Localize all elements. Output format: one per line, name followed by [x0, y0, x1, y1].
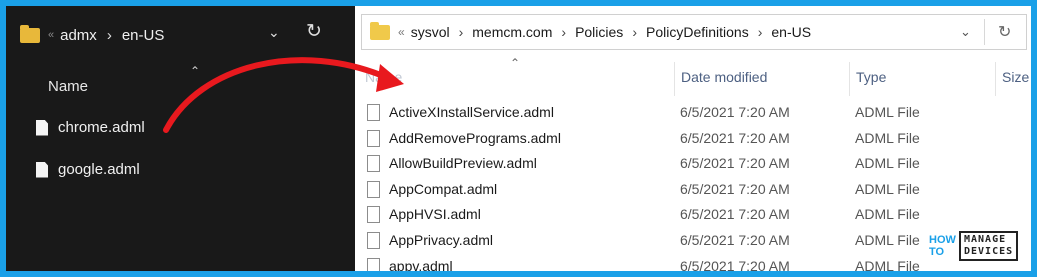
document-icon [367, 180, 380, 198]
column-divider[interactable] [849, 62, 850, 96]
file-type: ADML File [855, 257, 920, 271]
breadcrumb-arrow-icon: › [632, 24, 637, 40]
column-header-date-modified[interactable]: Date modified [681, 69, 767, 85]
column-divider[interactable] [674, 62, 675, 96]
file-type: ADML File [855, 104, 920, 120]
overflow-crumb-icon[interactable]: « [48, 29, 54, 41]
document-icon [367, 129, 380, 147]
divider [984, 19, 985, 45]
file-row[interactable]: AppHVSI.adml 6/5/2021 7:20 AM ADML File [355, 202, 1031, 228]
breadcrumb-arrow-icon: › [757, 24, 763, 40]
document-icon [367, 257, 380, 271]
how-to-manage-devices-logo: HOW TO MANAGE DEVICES [925, 228, 1029, 264]
file-date: 6/5/2021 7:20 AM [680, 180, 790, 197]
document-icon [36, 161, 48, 178]
logo-to: TO [929, 246, 945, 258]
file-date: 6/5/2021 7:20 AM [680, 206, 790, 223]
folder-icon [370, 21, 390, 40]
breadcrumb-policydefinitions[interactable]: PolicyDefinitions [646, 24, 749, 40]
refresh-icon[interactable]: ↻ [306, 20, 322, 43]
file-type: ADML File [855, 129, 920, 146]
column-header-name[interactable]: Name [365, 69, 402, 85]
file-item-chrome-adml[interactable]: chrome.adml [36, 119, 145, 136]
document-icon [367, 206, 380, 224]
file-type: ADML File [855, 180, 920, 197]
file-type: ADML File [855, 231, 920, 248]
file-name: chrome.adml [58, 119, 145, 136]
breadcrumb-admx[interactable]: admx [60, 27, 97, 44]
document-icon [36, 119, 48, 136]
document-icon [367, 104, 380, 121]
column-divider[interactable] [995, 62, 996, 96]
breadcrumb-en-us[interactable]: en-US [122, 27, 165, 44]
chevron-down-icon[interactable]: ⌄ [960, 24, 971, 40]
breadcrumb-sysvol[interactable]: sysvol [411, 24, 450, 40]
file-name: AppHVSI.adml [389, 206, 481, 223]
file-item-google-adml[interactable]: google.adml [36, 161, 140, 178]
chevron-down-icon[interactable]: ⌄ [268, 24, 280, 41]
right-address-bar[interactable]: « sysvol › memcm.com › Policies › Policy… [361, 14, 1027, 50]
file-type: ADML File [855, 155, 920, 172]
file-type: ADML File [855, 206, 920, 223]
file-row[interactable]: AllowBuildPreview.adml 6/5/2021 7:20 AM … [355, 151, 1031, 177]
file-name: google.adml [58, 161, 140, 178]
logo-manage: MANAGE [964, 234, 1007, 245]
file-row[interactable]: AppCompat.adml 6/5/2021 7:20 AM ADML Fil… [355, 177, 1031, 203]
overflow-crumb-icon[interactable]: « [398, 25, 405, 39]
logo-how: HOW [929, 234, 956, 246]
breadcrumb-arrow-icon: › [458, 24, 464, 40]
document-icon [367, 231, 380, 249]
file-date: 6/5/2021 7:20 AM [680, 129, 790, 146]
file-row[interactable]: ActiveXInstallService.adml 6/5/2021 7:20… [355, 100, 1031, 126]
logo-devices: DEVICES [964, 246, 1014, 257]
file-name: AllowBuildPreview.adml [389, 155, 537, 172]
column-header-name[interactable]: Name [48, 78, 88, 95]
left-address-bar[interactable]: « admx › en-US [14, 14, 344, 56]
file-name: AppPrivacy.adml [389, 231, 494, 248]
file-date: 6/5/2021 7:20 AM [680, 155, 790, 172]
breadcrumb-memcm-com[interactable]: memcm.com [472, 24, 552, 40]
screenshot-frame: « admx › en-US ⌄ ↻ ⌃ Name chrome.adml go… [6, 6, 1031, 271]
file-name: AppCompat.adml [389, 180, 498, 197]
refresh-icon[interactable]: ↻ [998, 22, 1011, 42]
breadcrumb-policies[interactable]: Policies [575, 24, 623, 40]
column-header-type[interactable]: Type [856, 69, 886, 85]
sort-ascending-icon: ⌃ [190, 64, 201, 78]
breadcrumb-arrow-icon: › [561, 24, 567, 40]
file-date: 6/5/2021 7:20 AM [680, 104, 790, 120]
left-file-explorer: « admx › en-US ⌄ ↻ ⌃ Name chrome.adml go… [6, 6, 355, 271]
file-name: appv.adml [389, 257, 453, 271]
column-header-size[interactable]: Size [1002, 69, 1029, 85]
file-date: 6/5/2021 7:20 AM [680, 257, 790, 271]
document-icon [367, 155, 380, 173]
file-row[interactable]: AddRemovePrograms.adml 6/5/2021 7:20 AM … [355, 126, 1031, 152]
file-name: AddRemovePrograms.adml [389, 129, 561, 146]
sort-ascending-icon: ⌃ [510, 56, 521, 70]
breadcrumb-arrow-icon: › [106, 26, 112, 44]
folder-icon [20, 24, 40, 43]
file-date: 6/5/2021 7:20 AM [680, 231, 790, 248]
file-name: ActiveXInstallService.adml [389, 104, 554, 120]
breadcrumb-en-us[interactable]: en-US [771, 24, 811, 40]
